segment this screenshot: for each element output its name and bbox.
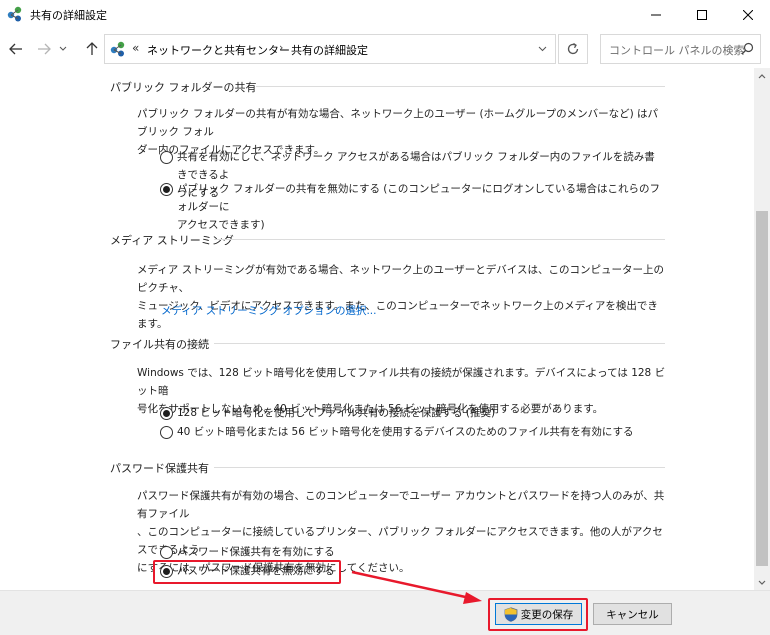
bottom-button-bar: 変更の保存 キャンセル: [0, 590, 770, 635]
description-line: パスワード保護共有が有効の場合、このコンピューターでユーザー アカウントとパスワ…: [137, 490, 665, 520]
chevron-down-icon: [538, 46, 546, 52]
close-button[interactable]: [725, 0, 770, 30]
network-sharing-icon: [110, 41, 125, 57]
section-divider: [214, 239, 665, 240]
back-button[interactable]: [6, 39, 26, 59]
radio-label-line: アクセスできます): [177, 219, 265, 231]
media-streaming-options-link[interactable]: メディア ストリーミング オプションの選択...: [161, 303, 376, 318]
section-divider: [256, 86, 665, 87]
cancel-label: キャンセル: [606, 608, 659, 621]
radio-label: 40 ビット暗号化または 56 ビット暗号化を使用するデバイスのためのファイル共…: [177, 426, 634, 438]
radio-label: パスワード保護共有を有効にする: [177, 546, 335, 558]
highlight-password-disable-option: [153, 560, 341, 584]
address-overflow[interactable]: «: [132, 41, 139, 55]
arrow-up-icon: [86, 42, 98, 55]
maximize-icon: [697, 10, 707, 20]
section-heading-public-folder: パブリック フォルダーの共有: [110, 81, 257, 94]
search-icon[interactable]: [741, 42, 754, 55]
recent-locations-button[interactable]: [56, 39, 70, 59]
forward-button[interactable]: [34, 39, 54, 59]
radio-button[interactable]: [160, 426, 173, 439]
radio-button[interactable]: [160, 151, 173, 164]
section-heading-file-sharing: ファイル共有の接続: [110, 338, 209, 351]
radio-label-line: 共有を有効にして、ネットワーク アクセスがある場合はパブリック フォルダー内のフ…: [177, 151, 655, 181]
vertical-scrollbar[interactable]: [754, 68, 770, 590]
description-line: パブリック フォルダーの共有が有効な場合、ネットワーク上のユーザー (ホームグル…: [137, 108, 659, 138]
section-divider: [214, 467, 665, 468]
minimize-button[interactable]: [633, 0, 679, 30]
title-bar: 共有の詳細設定: [0, 0, 770, 30]
breadcrumb-advanced-sharing[interactable]: 共有の詳細設定: [291, 42, 368, 58]
cancel-button[interactable]: キャンセル: [593, 603, 672, 625]
media-streaming-description: メディア ストリーミングが有効である場合、ネットワーク上のユーザーとデバイスは、…: [137, 261, 667, 333]
radio-label: 128 ビット暗号化を使用してファイル共有の接続を保護する (推奨): [177, 407, 496, 419]
section-heading-media-streaming: メディア ストリーミング: [110, 234, 234, 247]
network-sharing-icon: [7, 6, 22, 22]
radio-button-selected[interactable]: [160, 407, 173, 420]
scrollbar-thumb[interactable]: [756, 211, 768, 566]
scroll-up-button[interactable]: [754, 68, 770, 84]
search-placeholder[interactable]: コントロール パネルの検索: [609, 42, 745, 58]
maximize-button[interactable]: [679, 0, 725, 30]
address-bar[interactable]: « ネットワークと共有センター › 共有の詳細設定: [104, 34, 556, 64]
breadcrumb-separator[interactable]: ›: [279, 41, 283, 54]
scroll-up-icon: [758, 73, 766, 78]
radio-label-line: パブリック フォルダーの共有を無効にする (このコンピューターにログオンしている…: [177, 183, 661, 213]
search-box[interactable]: コントロール パネルの検索: [600, 34, 761, 64]
radio-label: パブリック フォルダーの共有を無効にする (このコンピューターにログオンしている…: [177, 180, 665, 234]
scroll-down-button[interactable]: [754, 574, 770, 590]
arrow-left-icon: [9, 43, 22, 55]
description-line: メディア ストリーミングが有効である場合、ネットワーク上のユーザーとデバイスは、…: [137, 264, 664, 294]
radio-button-selected[interactable]: [160, 183, 173, 196]
section-divider: [214, 343, 665, 344]
radio-128bit-encryption[interactable]: 128 ビット暗号化を使用してファイル共有の接続を保護する (推奨): [160, 404, 665, 422]
breadcrumb-network-center[interactable]: ネットワークと共有センター: [147, 42, 290, 58]
section-heading-password-sharing: パスワード保護共有: [110, 462, 209, 475]
radio-button[interactable]: [160, 546, 173, 559]
refresh-button[interactable]: [558, 34, 588, 64]
refresh-icon: [567, 42, 579, 55]
description-line: Windows では、128 ビット暗号化を使用してファイル共有の接続が保護され…: [137, 367, 666, 397]
address-dropdown-button[interactable]: [529, 35, 555, 63]
settings-content: パブリック フォルダーの共有 パブリック フォルダーの共有が有効な場合、ネットワ…: [0, 68, 754, 590]
radio-password-sharing-enable[interactable]: パスワード保護共有を有効にする: [160, 543, 665, 561]
highlight-save-button: [488, 598, 588, 631]
window-title: 共有の詳細設定: [30, 9, 107, 22]
close-icon: [743, 10, 753, 20]
radio-40-56bit-encryption[interactable]: 40 ビット暗号化または 56 ビット暗号化を使用するデバイスのためのファイル共…: [160, 423, 665, 441]
radio-public-folder-disable[interactable]: パブリック フォルダーの共有を無効にする (このコンピューターにログオンしている…: [160, 180, 665, 234]
chevron-down-icon: [59, 46, 67, 51]
arrow-right-icon: [38, 43, 51, 55]
minimize-icon: [651, 14, 661, 16]
up-button[interactable]: [82, 39, 102, 59]
scroll-down-icon: [758, 580, 766, 585]
